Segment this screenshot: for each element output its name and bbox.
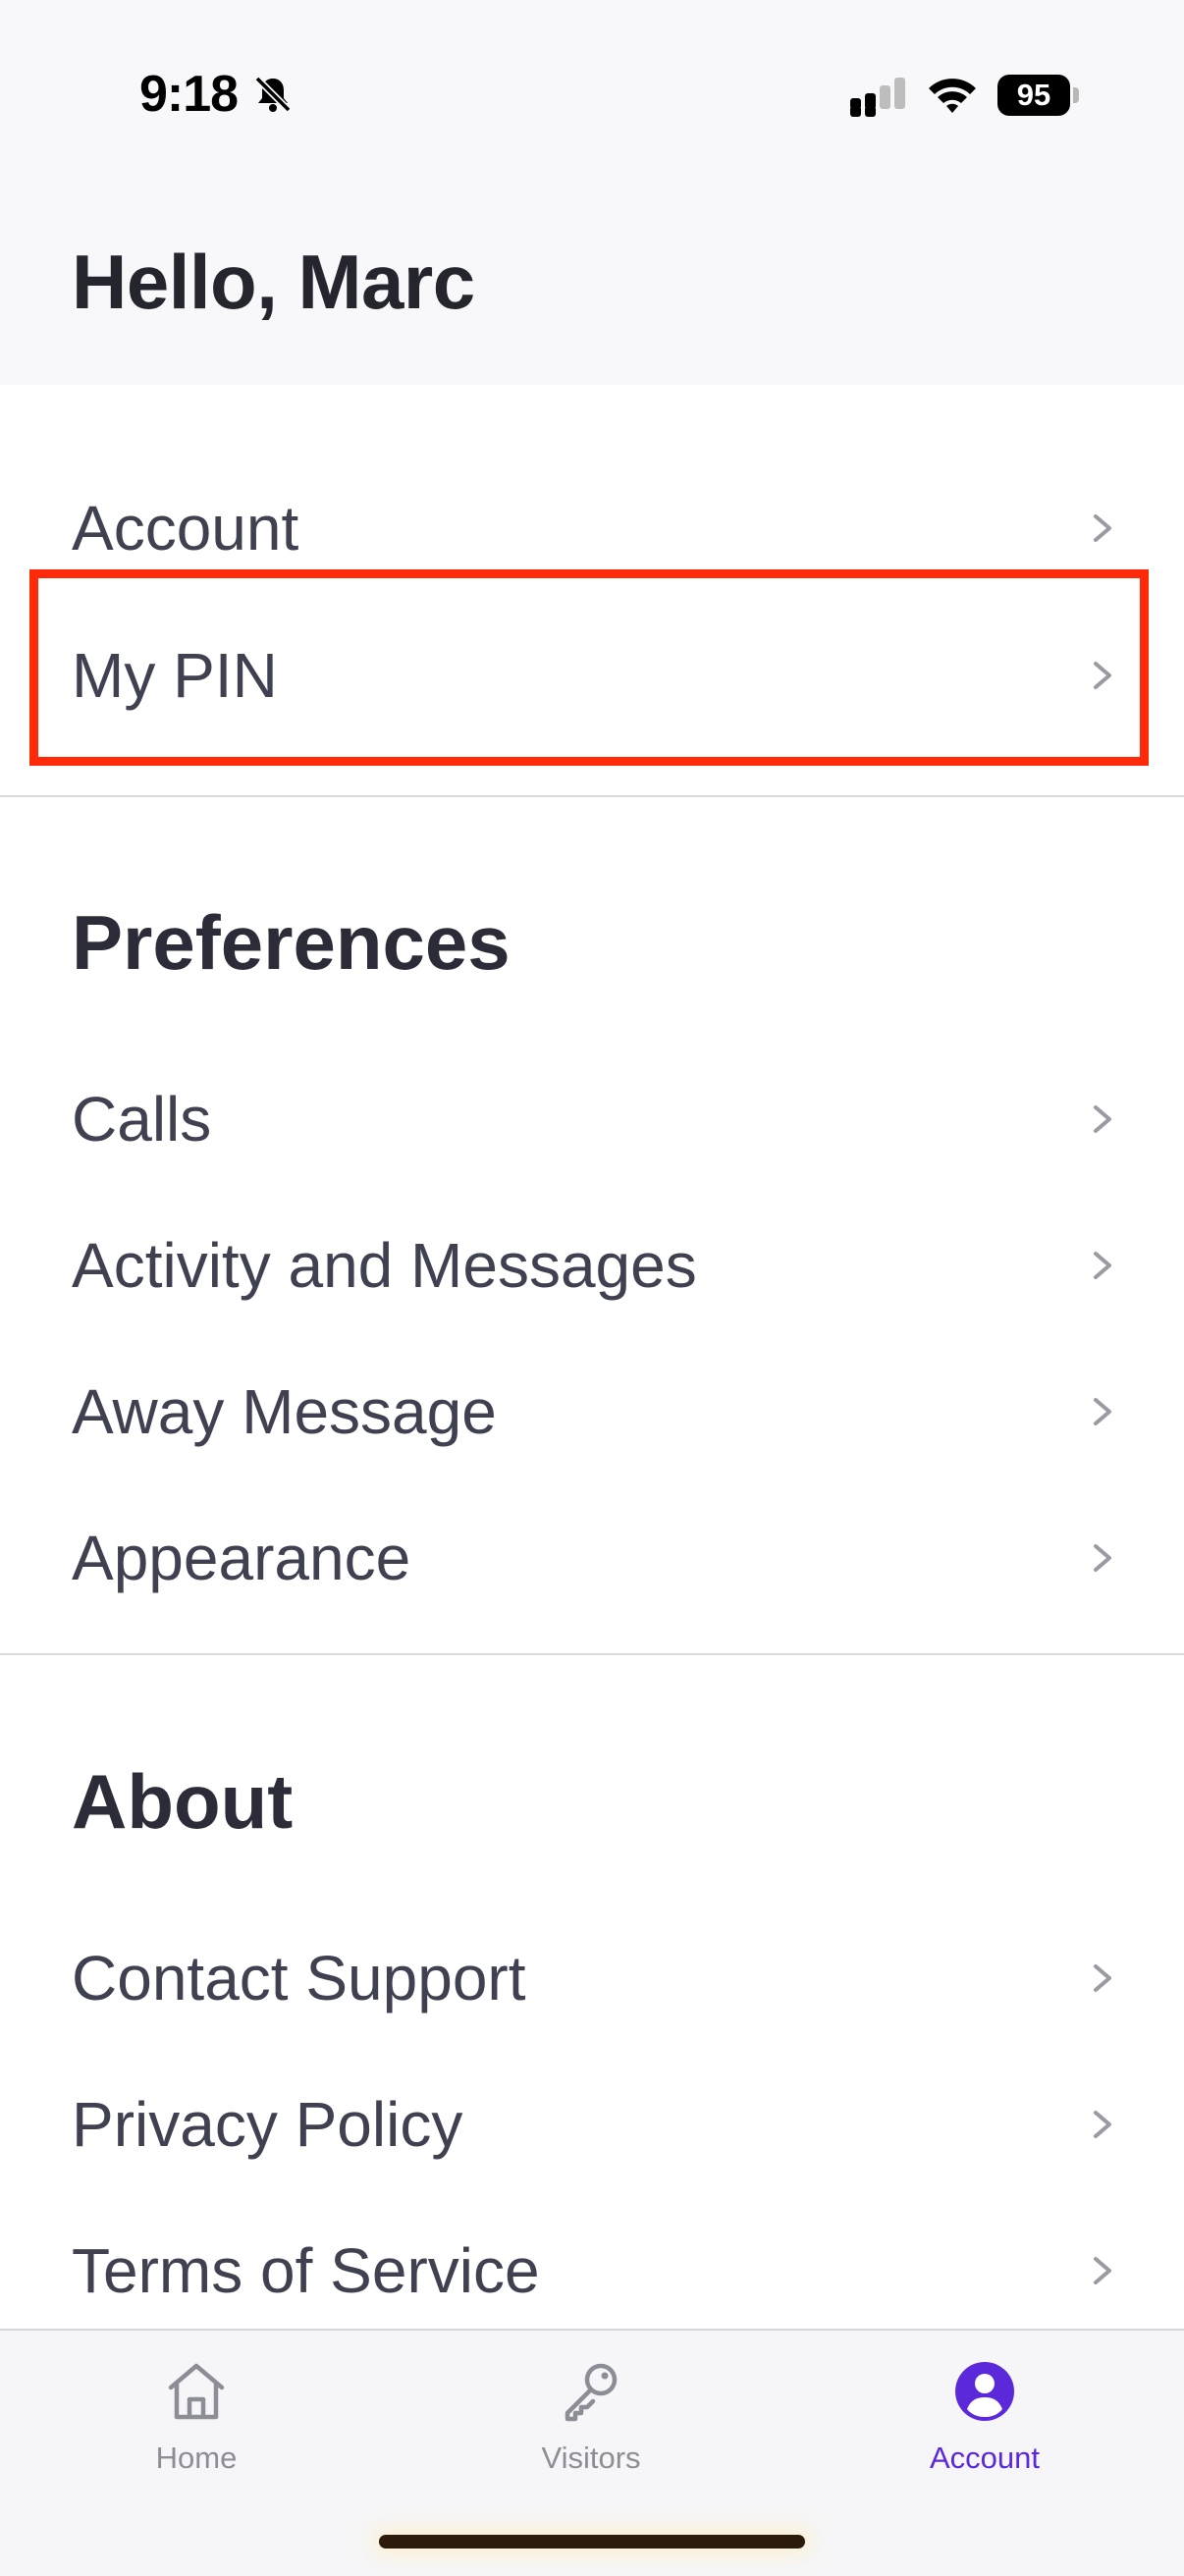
list-item-label: Contact Support [72, 1943, 526, 2013]
chevron-right-icon [1094, 1398, 1111, 1425]
status-time: 9:18 [139, 66, 239, 123]
tab-account[interactable]: Account [837, 2331, 1132, 2527]
list-item-privacy-policy[interactable]: Privacy Policy [0, 2061, 1184, 2188]
home-indicator[interactable] [379, 2535, 805, 2549]
battery-level: 95 [997, 75, 1070, 116]
list-item-label: Account [72, 493, 299, 564]
list-item-terms-of-service[interactable]: Terms of Service [0, 2207, 1184, 2334]
list-item-label: Terms of Service [72, 2235, 540, 2306]
list-item-label: Appearance [72, 1523, 411, 1593]
tab-label: Visitors [541, 2441, 641, 2475]
cellular-signal-icon [850, 78, 905, 117]
list-item-activity-messages[interactable]: Activity and Messages [0, 1202, 1184, 1329]
list-item-calls[interactable]: Calls [0, 1055, 1184, 1183]
divider [0, 795, 1184, 797]
list-item-label: Activity and Messages [72, 1230, 697, 1301]
header-background [0, 0, 1184, 385]
chevron-right-icon [1094, 1105, 1111, 1133]
section-title-preferences: Preferences [72, 899, 511, 986]
list-item-label: Calls [72, 1084, 212, 1154]
battery-tip [1073, 87, 1079, 103]
highlight-box [29, 569, 1149, 766]
battery-indicator: 95 [997, 75, 1080, 116]
chevron-right-icon [1094, 1964, 1111, 1992]
section-title-about: About [72, 1758, 294, 1845]
tab-home[interactable]: Home [49, 2331, 344, 2527]
list-item-appearance[interactable]: Appearance [0, 1494, 1184, 1622]
home-icon [168, 2363, 225, 2420]
chevron-right-icon [1094, 1544, 1111, 1572]
list-item-label: Away Message [72, 1376, 497, 1447]
tab-visitors[interactable]: Visitors [444, 2331, 738, 2527]
list-item-label: Privacy Policy [72, 2089, 463, 2160]
chevron-right-icon [1094, 2111, 1111, 2138]
account-icon [955, 2362, 1014, 2421]
list-item-away-message[interactable]: Away Message [0, 1348, 1184, 1476]
chevron-right-icon [1094, 514, 1111, 542]
tab-label: Account [929, 2441, 1040, 2475]
list-item-contact-support[interactable]: Contact Support [0, 1914, 1184, 2042]
divider [0, 1653, 1184, 1655]
bell-muted-icon [254, 76, 292, 113]
page-title: Hello, Marc [72, 239, 475, 325]
tab-label: Home [155, 2441, 238, 2475]
wifi-icon [929, 79, 976, 113]
key-icon [565, 2363, 618, 2422]
chevron-right-icon [1094, 2257, 1111, 2284]
chevron-right-icon [1094, 1252, 1111, 1279]
